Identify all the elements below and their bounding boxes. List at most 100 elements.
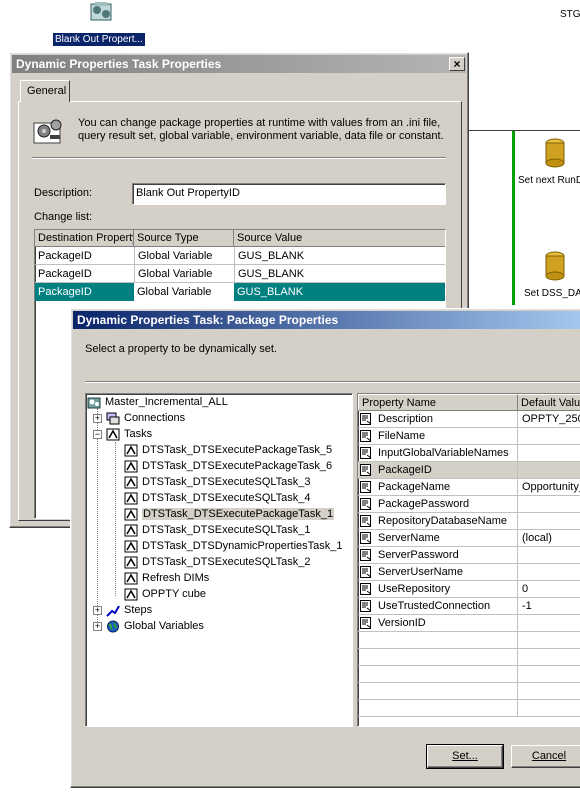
cell-destination: PackageID (38, 250, 92, 262)
cell-destination: PackageID (38, 286, 92, 298)
tab-general[interactable]: General (20, 80, 70, 102)
col-header-source-value[interactable]: Source Value (234, 230, 445, 247)
col-header-property-name[interactable]: Property Name (358, 394, 518, 411)
property-icon (360, 616, 374, 630)
close-button[interactable]: × (449, 57, 465, 71)
intro-text: You can change package properties at run… (78, 117, 444, 142)
workflow-node-icon[interactable] (542, 137, 568, 171)
tree-line (97, 408, 98, 626)
empty-row (358, 632, 580, 649)
cancel-button[interactable]: Cancel (511, 745, 580, 768)
description-label: Description: (34, 187, 93, 199)
property-icon (360, 565, 374, 579)
task-icon (124, 476, 138, 489)
task-icon (124, 572, 138, 585)
property-row[interactable]: FileName (358, 428, 580, 445)
workflow-node-icon[interactable] (542, 250, 568, 284)
tree-line (115, 442, 116, 596)
property-row[interactable]: ServerPassword (358, 547, 580, 564)
empty-row (358, 683, 580, 700)
change-list-label: Change list: (34, 211, 93, 223)
property-rows: Description OPPTY_250 FileName InputGloba… (358, 411, 580, 726)
property-icon (360, 412, 374, 426)
tree-task-item[interactable]: DTSTask_DTSExecuteSQLTask_3 (124, 474, 311, 490)
property-icon (360, 429, 374, 443)
collapse-tasks[interactable]: − (93, 430, 102, 439)
connections-icon (106, 412, 120, 425)
tree-task-item[interactable]: DTSTask_DTSExecutePackageTask_5 (124, 442, 332, 458)
tasks-icon (106, 428, 120, 441)
empty-row (358, 700, 580, 717)
dts-task-icon[interactable] (87, 0, 117, 22)
col-header-default-value[interactable]: Default Valu (518, 394, 580, 411)
tree-root[interactable]: Master_Incremental_ALL (87, 394, 228, 410)
table-row[interactable]: PackageID Global Variable GUS_BLANK (35, 247, 445, 265)
tree-task-item[interactable]: OPPTY cube (124, 586, 206, 602)
task-icon (124, 444, 138, 457)
task-icon (124, 460, 138, 473)
task-icon (124, 492, 138, 505)
instruction-text: Select a property to be dynamically set. (85, 343, 277, 355)
property-icon (360, 480, 374, 494)
expand-connections[interactable]: + (93, 414, 102, 423)
package-tree[interactable]: Master_Incremental_ALL + Connections − T… (85, 393, 353, 727)
property-icon (360, 599, 374, 613)
cell-source-type: Global Variable (134, 283, 234, 301)
package-properties-dialog: Dynamic Properties Task: Package Propert… (70, 308, 580, 788)
col-header-source-type[interactable]: Source Type (134, 230, 234, 247)
tree-task-item-selected[interactable]: DTSTask_DTSExecutePackageTask_1 (124, 506, 335, 522)
table-row-selected[interactable]: PackageID Global Variable GUS_BLANK (35, 283, 445, 301)
cell-source-value: GUS_BLANK (234, 265, 445, 283)
description-input[interactable]: Blank Out PropertyID (132, 183, 446, 205)
tree-steps[interactable]: Steps (106, 602, 152, 618)
tree-task-item[interactable]: DTSTask_DTSExecuteSQLTask_1 (124, 522, 311, 538)
task-icon (124, 524, 138, 537)
expand-steps[interactable]: + (93, 606, 102, 615)
property-row[interactable]: UseTrustedConnection -1 (358, 598, 580, 615)
dialog-title: Dynamic Properties Task: Package Propert… (73, 311, 580, 329)
top-right-text: STG (560, 9, 580, 20)
property-row[interactable]: RepositoryDatabaseName (358, 513, 580, 530)
property-row[interactable]: ServerName (local) (358, 530, 580, 547)
cell-destination: PackageID (38, 268, 92, 280)
workflow-node-label: Set DSS_DA (524, 288, 580, 299)
property-icon (360, 582, 374, 596)
tree-global-variables[interactable]: Global Variables (106, 618, 204, 634)
col-header-destination[interactable]: Destination Property (35, 230, 134, 247)
property-grid[interactable]: Property Name Default Valu Description OP… (357, 393, 580, 727)
property-row[interactable]: VersionID (358, 615, 580, 632)
separator (32, 157, 446, 159)
property-row[interactable]: ServerUserName (358, 564, 580, 581)
property-row[interactable]: PackageName Opportunity_ (358, 479, 580, 496)
property-icon (360, 514, 374, 528)
tree-connections[interactable]: Connections (106, 410, 185, 426)
tree-task-item[interactable]: DTSTask_DTSExecutePackageTask_6 (124, 458, 332, 474)
property-row-selected[interactable]: PackageID (358, 462, 580, 479)
task-icon-label[interactable]: Blank Out Propert... (53, 33, 145, 46)
tree-task-item[interactable]: DTSTask_DTSDynamicPropertiesTask_1 (124, 538, 343, 554)
property-row[interactable]: InputGlobalVariableNames (358, 445, 580, 462)
empty-row (358, 649, 580, 666)
tree-tasks[interactable]: Tasks (106, 426, 152, 442)
dynamic-properties-icon (32, 115, 66, 147)
property-row[interactable]: PackagePassword (358, 496, 580, 513)
set-button[interactable]: Set... (426, 744, 504, 769)
table-row[interactable]: PackageID Global Variable GUS_BLANK (35, 265, 445, 283)
workflow-line (512, 130, 515, 305)
cell-source-value: GUS_BLANK (237, 286, 304, 298)
property-icon (360, 446, 374, 460)
separator (85, 381, 580, 383)
task-icon (124, 556, 138, 569)
globe-icon (106, 620, 120, 633)
property-row[interactable]: UseRepository 0 (358, 581, 580, 598)
cell-source-type: Global Variable (134, 247, 234, 265)
cell-source-value: GUS_BLANK (234, 247, 445, 265)
expand-global-variables[interactable]: + (93, 622, 102, 631)
workflow-node-label: Set next RunD (518, 175, 580, 186)
tree-task-item[interactable]: DTSTask_DTSExecuteSQLTask_4 (124, 490, 311, 506)
steps-icon (106, 604, 120, 617)
property-icon (360, 463, 374, 477)
tree-task-item[interactable]: DTSTask_DTSExecuteSQLTask_2 (124, 554, 311, 570)
tree-task-item[interactable]: Refresh DIMs (124, 570, 209, 586)
property-row[interactable]: Description OPPTY_250 (358, 411, 580, 428)
